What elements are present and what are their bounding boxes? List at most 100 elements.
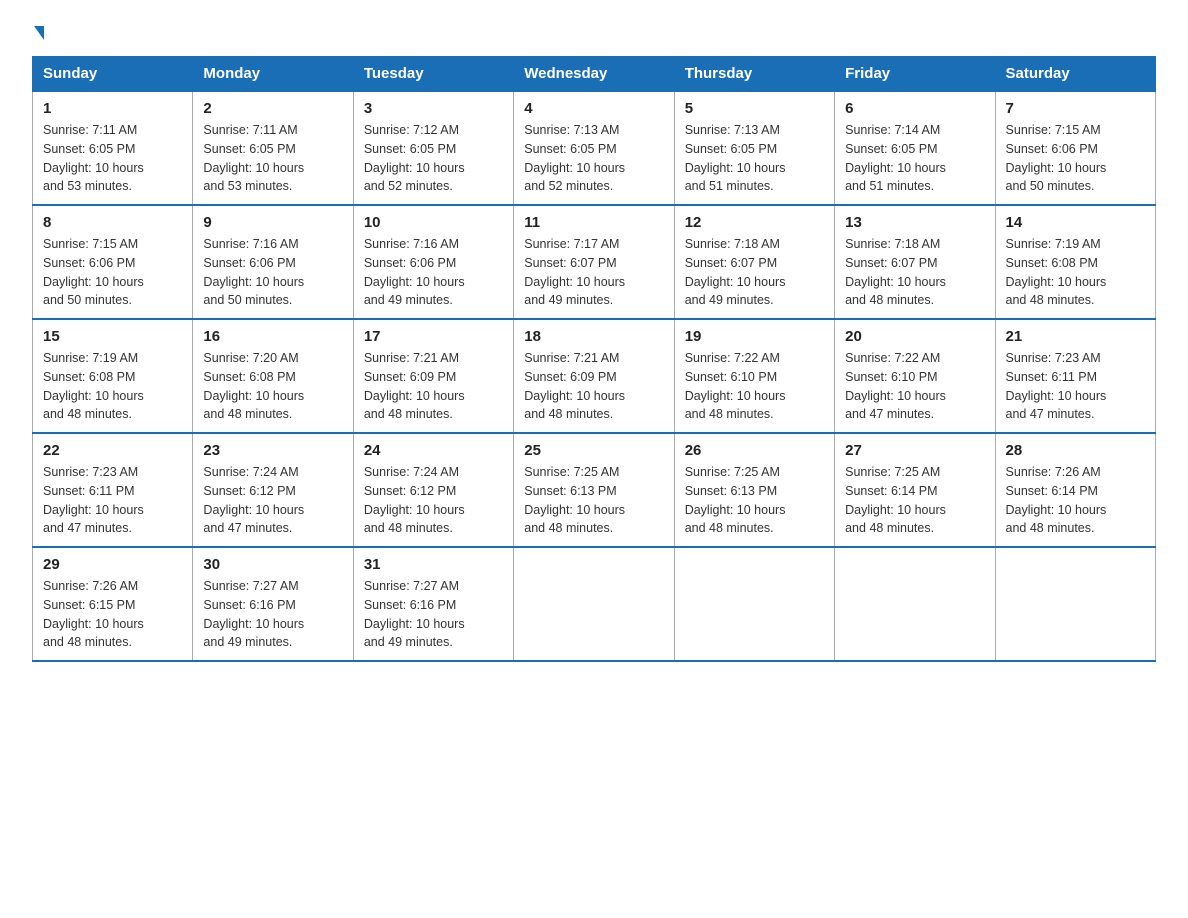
day-info: Sunrise: 7:19 AM Sunset: 6:08 PM Dayligh… (43, 349, 182, 424)
calendar-cell: 21 Sunrise: 7:23 AM Sunset: 6:11 PM Dayl… (995, 319, 1155, 433)
calendar-cell: 2 Sunrise: 7:11 AM Sunset: 6:05 PM Dayli… (193, 91, 353, 205)
week-row-1: 1 Sunrise: 7:11 AM Sunset: 6:05 PM Dayli… (33, 91, 1156, 205)
day-info: Sunrise: 7:25 AM Sunset: 6:14 PM Dayligh… (845, 463, 984, 538)
calendar-cell: 24 Sunrise: 7:24 AM Sunset: 6:12 PM Dayl… (353, 433, 513, 547)
logo (32, 24, 44, 40)
day-number: 29 (43, 556, 182, 573)
day-info: Sunrise: 7:16 AM Sunset: 6:06 PM Dayligh… (364, 235, 503, 310)
page-header (32, 24, 1156, 40)
day-number: 19 (685, 328, 824, 345)
header-thursday: Thursday (674, 57, 834, 92)
day-info: Sunrise: 7:18 AM Sunset: 6:07 PM Dayligh… (685, 235, 824, 310)
day-number: 27 (845, 442, 984, 459)
day-number: 22 (43, 442, 182, 459)
day-number: 31 (364, 556, 503, 573)
day-info: Sunrise: 7:23 AM Sunset: 6:11 PM Dayligh… (1006, 349, 1145, 424)
day-number: 24 (364, 442, 503, 459)
day-number: 3 (364, 100, 503, 117)
day-number: 4 (524, 100, 663, 117)
day-info: Sunrise: 7:23 AM Sunset: 6:11 PM Dayligh… (43, 463, 182, 538)
day-info: Sunrise: 7:20 AM Sunset: 6:08 PM Dayligh… (203, 349, 342, 424)
day-info: Sunrise: 7:17 AM Sunset: 6:07 PM Dayligh… (524, 235, 663, 310)
day-info: Sunrise: 7:14 AM Sunset: 6:05 PM Dayligh… (845, 121, 984, 196)
calendar-cell: 11 Sunrise: 7:17 AM Sunset: 6:07 PM Dayl… (514, 205, 674, 319)
calendar-cell: 13 Sunrise: 7:18 AM Sunset: 6:07 PM Dayl… (835, 205, 995, 319)
day-number: 23 (203, 442, 342, 459)
day-info: Sunrise: 7:18 AM Sunset: 6:07 PM Dayligh… (845, 235, 984, 310)
day-number: 1 (43, 100, 182, 117)
day-info: Sunrise: 7:21 AM Sunset: 6:09 PM Dayligh… (364, 349, 503, 424)
calendar-cell (835, 547, 995, 661)
day-number: 13 (845, 214, 984, 231)
day-number: 15 (43, 328, 182, 345)
calendar-cell: 26 Sunrise: 7:25 AM Sunset: 6:13 PM Dayl… (674, 433, 834, 547)
calendar-cell: 28 Sunrise: 7:26 AM Sunset: 6:14 PM Dayl… (995, 433, 1155, 547)
calendar-cell: 22 Sunrise: 7:23 AM Sunset: 6:11 PM Dayl… (33, 433, 193, 547)
calendar-cell: 9 Sunrise: 7:16 AM Sunset: 6:06 PM Dayli… (193, 205, 353, 319)
day-info: Sunrise: 7:15 AM Sunset: 6:06 PM Dayligh… (43, 235, 182, 310)
header-saturday: Saturday (995, 57, 1155, 92)
day-number: 5 (685, 100, 824, 117)
day-info: Sunrise: 7:25 AM Sunset: 6:13 PM Dayligh… (685, 463, 824, 538)
calendar-cell: 15 Sunrise: 7:19 AM Sunset: 6:08 PM Dayl… (33, 319, 193, 433)
day-info: Sunrise: 7:15 AM Sunset: 6:06 PM Dayligh… (1006, 121, 1145, 196)
calendar-cell: 27 Sunrise: 7:25 AM Sunset: 6:14 PM Dayl… (835, 433, 995, 547)
calendar-cell: 16 Sunrise: 7:20 AM Sunset: 6:08 PM Dayl… (193, 319, 353, 433)
calendar-cell: 1 Sunrise: 7:11 AM Sunset: 6:05 PM Dayli… (33, 91, 193, 205)
day-number: 12 (685, 214, 824, 231)
day-info: Sunrise: 7:26 AM Sunset: 6:14 PM Dayligh… (1006, 463, 1145, 538)
calendar-cell: 30 Sunrise: 7:27 AM Sunset: 6:16 PM Dayl… (193, 547, 353, 661)
calendar-cell: 18 Sunrise: 7:21 AM Sunset: 6:09 PM Dayl… (514, 319, 674, 433)
day-info: Sunrise: 7:19 AM Sunset: 6:08 PM Dayligh… (1006, 235, 1145, 310)
calendar-cell: 3 Sunrise: 7:12 AM Sunset: 6:05 PM Dayli… (353, 91, 513, 205)
day-info: Sunrise: 7:11 AM Sunset: 6:05 PM Dayligh… (43, 121, 182, 196)
day-number: 16 (203, 328, 342, 345)
day-number: 18 (524, 328, 663, 345)
header-wednesday: Wednesday (514, 57, 674, 92)
day-number: 8 (43, 214, 182, 231)
calendar-table: SundayMondayTuesdayWednesdayThursdayFrid… (32, 56, 1156, 662)
header-friday: Friday (835, 57, 995, 92)
day-info: Sunrise: 7:22 AM Sunset: 6:10 PM Dayligh… (685, 349, 824, 424)
header-tuesday: Tuesday (353, 57, 513, 92)
day-info: Sunrise: 7:24 AM Sunset: 6:12 PM Dayligh… (203, 463, 342, 538)
day-number: 17 (364, 328, 503, 345)
week-row-2: 8 Sunrise: 7:15 AM Sunset: 6:06 PM Dayli… (33, 205, 1156, 319)
day-info: Sunrise: 7:25 AM Sunset: 6:13 PM Dayligh… (524, 463, 663, 538)
calendar-cell: 4 Sunrise: 7:13 AM Sunset: 6:05 PM Dayli… (514, 91, 674, 205)
week-row-3: 15 Sunrise: 7:19 AM Sunset: 6:08 PM Dayl… (33, 319, 1156, 433)
day-number: 10 (364, 214, 503, 231)
calendar-cell: 12 Sunrise: 7:18 AM Sunset: 6:07 PM Dayl… (674, 205, 834, 319)
day-number: 9 (203, 214, 342, 231)
calendar-cell: 25 Sunrise: 7:25 AM Sunset: 6:13 PM Dayl… (514, 433, 674, 547)
calendar-cell: 23 Sunrise: 7:24 AM Sunset: 6:12 PM Dayl… (193, 433, 353, 547)
day-number: 14 (1006, 214, 1145, 231)
day-number: 28 (1006, 442, 1145, 459)
week-row-4: 22 Sunrise: 7:23 AM Sunset: 6:11 PM Dayl… (33, 433, 1156, 547)
calendar-cell: 5 Sunrise: 7:13 AM Sunset: 6:05 PM Dayli… (674, 91, 834, 205)
day-number: 20 (845, 328, 984, 345)
calendar-cell: 19 Sunrise: 7:22 AM Sunset: 6:10 PM Dayl… (674, 319, 834, 433)
logo-top (32, 24, 44, 40)
calendar-cell: 31 Sunrise: 7:27 AM Sunset: 6:16 PM Dayl… (353, 547, 513, 661)
week-row-5: 29 Sunrise: 7:26 AM Sunset: 6:15 PM Dayl… (33, 547, 1156, 661)
day-number: 7 (1006, 100, 1145, 117)
day-info: Sunrise: 7:26 AM Sunset: 6:15 PM Dayligh… (43, 577, 182, 652)
calendar-header-row: SundayMondayTuesdayWednesdayThursdayFrid… (33, 57, 1156, 92)
calendar-cell: 6 Sunrise: 7:14 AM Sunset: 6:05 PM Dayli… (835, 91, 995, 205)
calendar-cell: 17 Sunrise: 7:21 AM Sunset: 6:09 PM Dayl… (353, 319, 513, 433)
header-sunday: Sunday (33, 57, 193, 92)
calendar-cell (995, 547, 1155, 661)
day-number: 21 (1006, 328, 1145, 345)
calendar-cell: 29 Sunrise: 7:26 AM Sunset: 6:15 PM Dayl… (33, 547, 193, 661)
calendar-cell: 7 Sunrise: 7:15 AM Sunset: 6:06 PM Dayli… (995, 91, 1155, 205)
calendar-cell (674, 547, 834, 661)
day-number: 6 (845, 100, 984, 117)
day-info: Sunrise: 7:13 AM Sunset: 6:05 PM Dayligh… (524, 121, 663, 196)
day-info: Sunrise: 7:13 AM Sunset: 6:05 PM Dayligh… (685, 121, 824, 196)
day-number: 30 (203, 556, 342, 573)
logo-arrow-icon (34, 26, 44, 40)
day-info: Sunrise: 7:12 AM Sunset: 6:05 PM Dayligh… (364, 121, 503, 196)
day-number: 25 (524, 442, 663, 459)
day-number: 2 (203, 100, 342, 117)
